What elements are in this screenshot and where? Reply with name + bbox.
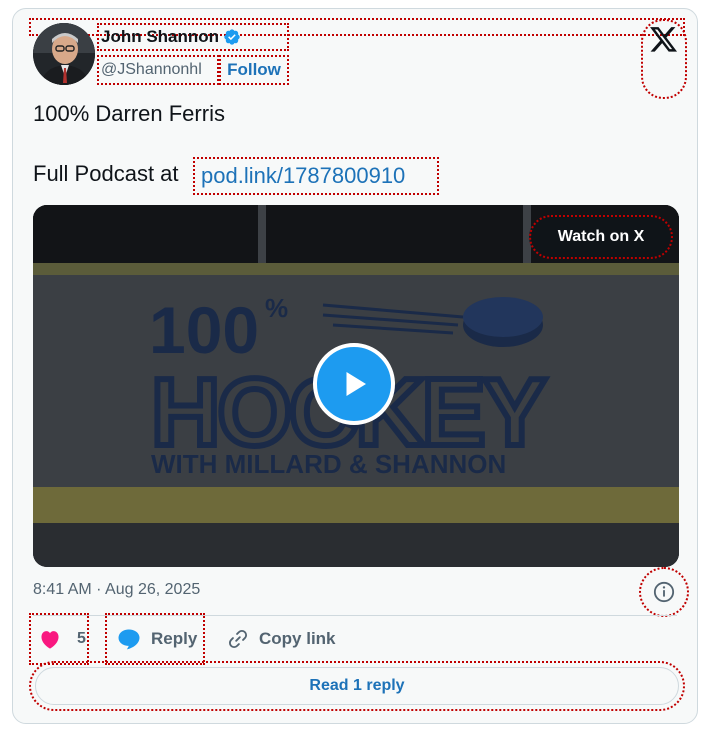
like-count: 5 [77, 630, 86, 647]
post-text-line1: 100% Darren Ferris [33, 101, 225, 126]
watch-on-x-button[interactable]: Watch on X [529, 215, 673, 259]
like-button[interactable]: 5 [29, 613, 89, 665]
graphic-line1: 100 [149, 293, 259, 367]
graphic-percent: % [265, 293, 288, 323]
heart-icon [41, 631, 59, 649]
x-logo-icon [650, 27, 678, 52]
podcast-link[interactable]: pod.link/1787800910 [193, 157, 439, 195]
play-button[interactable] [313, 343, 395, 425]
video-thumbnail[interactable]: 100 % HOCKEY WITH MILLARD & SHANNON Watc… [33, 205, 679, 567]
read-replies-label: Read 1 reply [309, 677, 405, 694]
reply-button[interactable]: Reply [105, 613, 205, 665]
copy-link-button[interactable]: Copy link [227, 613, 336, 665]
podcast-link-text: pod.link/1787800910 [201, 163, 406, 188]
author-handle[interactable]: @JShannonhl [97, 55, 219, 85]
post-timestamp[interactable]: 8:41 AM · Aug 26, 2025 [33, 581, 200, 599]
link-icon [228, 629, 248, 649]
verified-badge-icon [224, 29, 240, 45]
play-icon [346, 372, 366, 396]
reply-bubble-icon [118, 629, 140, 650]
info-icon [653, 581, 675, 603]
follow-button[interactable]: Follow [219, 55, 289, 85]
embedded-post-card: John Shannon @JShannonhl Follow 100% Dar… [12, 8, 698, 724]
x-logo-button[interactable] [641, 19, 687, 99]
graphic-line3: WITH MILLARD & SHANNON [151, 449, 506, 479]
follow-label: Follow [227, 60, 281, 79]
reply-label: Reply [151, 629, 198, 648]
info-button[interactable] [639, 567, 689, 617]
read-replies-button[interactable]: Read 1 reply [29, 661, 685, 711]
author-name[interactable]: John Shannon [97, 23, 289, 51]
post-text-line2-prefix: Full Podcast at [33, 161, 179, 186]
avatar[interactable] [33, 23, 95, 85]
author-handle-text: @JShannonhl [101, 61, 202, 78]
copy-link-label: Copy link [259, 629, 336, 648]
author-name-text: John Shannon [101, 27, 220, 46]
watch-on-x-label: Watch on X [557, 228, 645, 245]
